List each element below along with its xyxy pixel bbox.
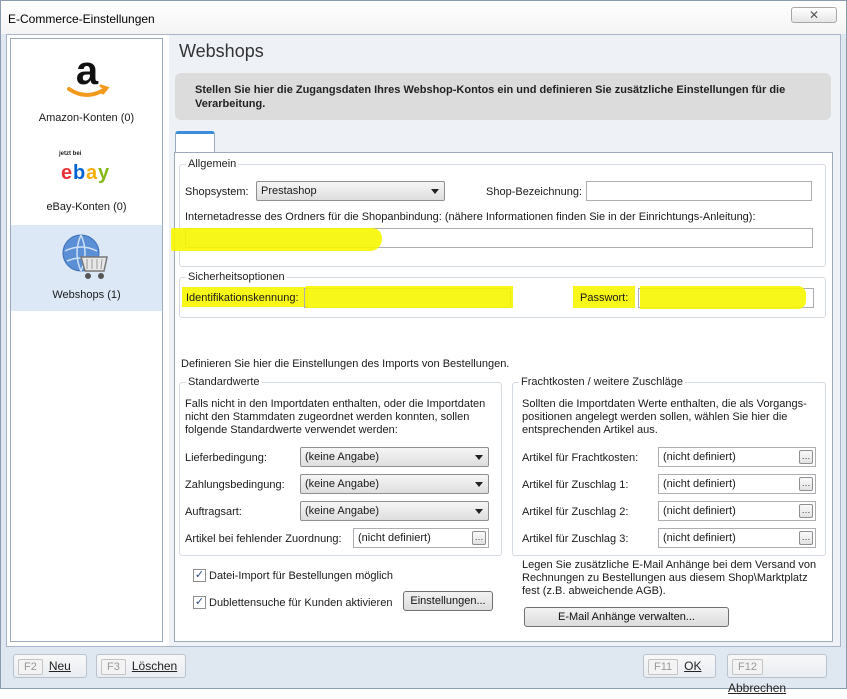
sidebar-item-label: eBay-Konten (0) (46, 201, 127, 213)
auftragsart-select[interactable]: (keine Angabe) (300, 501, 489, 521)
highlight-mark (171, 228, 382, 251)
chevron-down-icon (431, 189, 439, 194)
passwort-label: Passwort: (580, 292, 629, 304)
group-legend: Allgemein (186, 158, 239, 170)
browse-button[interactable]: … (799, 531, 813, 545)
ecommerce-settings-window: E-Commerce-Einstellungen ✕ a Amazon-Kont… (0, 0, 847, 695)
group-frachtkosten: Frachtkosten / weitere Zuschläge Sollten… (512, 376, 826, 556)
fracht-row-value: (nicht definiert) (663, 505, 736, 517)
auftragsart-value: (keine Angabe) (305, 505, 379, 517)
group-standardwerte: Standardwerte Falls nicht in den Importd… (179, 376, 502, 556)
svg-text:a: a (76, 51, 99, 93)
browse-button[interactable]: … (799, 477, 813, 491)
sidebar: a Amazon-Konten (0) jetzt bei e b a y eB… (10, 38, 163, 642)
svg-text:y: y (98, 162, 110, 184)
lieferbedingung-value: (keine Angabe) (305, 451, 379, 463)
dubletten-label: Dublettensuche für Kunden aktivieren (209, 597, 393, 609)
window-title: E-Commerce-Einstellungen (8, 12, 155, 26)
cancel-button-label: Abbrechen (728, 681, 787, 695)
frachtkosten-input[interactable]: (nicht definiert) … (658, 447, 816, 467)
dubletten-checkbox[interactable]: ✓ (193, 596, 206, 609)
tab-webshop-account[interactable] (175, 131, 215, 153)
close-button[interactable]: ✕ (791, 7, 837, 23)
svg-text:b: b (73, 162, 85, 184)
zahlungsbedingung-value: (keine Angabe) (305, 478, 379, 490)
artikel-fehlend-value: (nicht definiert) (358, 532, 431, 544)
content-area: a Amazon-Konten (0) jetzt bei e b a y eB… (6, 34, 841, 647)
chevron-down-icon (475, 455, 483, 460)
browse-button[interactable]: … (472, 531, 486, 545)
highlight-mark (640, 286, 806, 309)
fracht-row-label: Artikel für Frachtkosten: (522, 452, 639, 464)
title-bar: E-Commerce-Einstellungen ✕ (1, 1, 846, 34)
zahlungsbedingung-label: Zahlungsbedingung: (185, 479, 285, 491)
group-allgemein: Allgemein Shopsystem: Prestashop Shop-Be… (171, 158, 826, 267)
fracht-row-value: (nicht definiert) (663, 532, 736, 544)
email-anhaenge-button[interactable]: E-Mail Anhänge verwalten... (524, 607, 729, 627)
fracht-row-label: Artikel für Zuschlag 2: (522, 506, 629, 518)
group-legend: Sicherheitsoptionen (186, 271, 287, 283)
shop-bezeichnung-label: Shop-Bezeichnung: (486, 186, 583, 198)
svg-text:a: a (86, 162, 98, 184)
auftragsart-label: Auftragsart: (185, 506, 242, 518)
shopsystem-label: Shopsystem: (185, 186, 249, 198)
einstellungen-button[interactable]: Einstellungen... (403, 591, 493, 611)
frachtkosten-description: Sollten die Importdaten Werte enthalten,… (522, 398, 807, 436)
zuschlag3-input[interactable]: (nicht definiert) … (658, 528, 816, 548)
chevron-down-icon (475, 482, 483, 487)
group-legend: Frachtkosten / weitere Zuschläge (519, 376, 686, 388)
datei-import-label: Datei-Import für Bestellungen möglich (209, 570, 394, 582)
zahlungsbedingung-select[interactable]: (keine Angabe) (300, 474, 489, 494)
group-legend: Standardwerte (186, 376, 262, 388)
shopsystem-value: Prestashop (261, 185, 317, 197)
ebay-logo-icon: jetzt bei e b a y (59, 151, 115, 187)
sidebar-item-label: Webshops (1) (52, 289, 121, 301)
sidebar-item-label: Amazon-Konten (0) (38, 112, 135, 124)
page-title: Webshops (179, 41, 264, 61)
f3-key-hint: F3 (101, 659, 126, 675)
datei-import-checkbox[interactable]: ✓ (193, 569, 206, 582)
settings-panel: Allgemein Shopsystem: Prestashop Shop-Be… (171, 152, 833, 642)
lieferbedingung-select[interactable]: (keine Angabe) (300, 447, 489, 467)
delete-button[interactable]: F3 Löschen (96, 654, 186, 678)
standardwerte-description: Falls nicht in den Importdaten enthalten… (185, 398, 486, 436)
delete-button-label: Löschen (131, 659, 178, 673)
fracht-row-label: Artikel für Zuschlag 3: (522, 533, 629, 545)
f12-key-hint: F12 (732, 659, 763, 675)
artikel-fehlend-label: Artikel bei fehlender Zuordnung: (185, 533, 342, 545)
import-intro-text: Definieren Sie hier die Einstellungen de… (181, 358, 510, 370)
main-pane: Webshops Stellen Sie hier die Zugangsdat… (169, 35, 840, 646)
fracht-row-label: Artikel für Zuschlag 1: (522, 479, 629, 491)
webshop-globe-cart-icon (59, 231, 113, 283)
f2-key-hint: F2 (18, 659, 43, 675)
fracht-row-value: (nicht definiert) (663, 478, 736, 490)
f11-key-hint: F11 (648, 659, 679, 675)
shop-bezeichnung-input[interactable] (586, 181, 812, 201)
shopsystem-select[interactable]: Prestashop (256, 181, 445, 201)
browse-button[interactable]: … (799, 504, 813, 518)
url-label: Internetadresse des Ordners für die Shop… (185, 211, 756, 223)
email-description: Legen Sie zusätzliche E-Mail Anhänge bei… (522, 559, 817, 597)
cancel-button[interactable]: F12 Abbrechen (727, 654, 827, 695)
sidebar-item-ebay[interactable]: jetzt bei e b a y eBay-Konten (0) (11, 139, 162, 224)
artikel-fehlend-input[interactable]: (nicht definiert) … (353, 528, 489, 548)
new-button[interactable]: F2 Neu (13, 654, 87, 678)
ok-button-label: OK (684, 659, 702, 673)
zuschlag1-input[interactable]: (nicht definiert) … (658, 474, 816, 494)
fracht-row-value: (nicht definiert) (663, 451, 736, 463)
browse-button[interactable]: … (799, 450, 813, 464)
sidebar-item-amazon[interactable]: a Amazon-Konten (0) (11, 39, 162, 134)
amazon-logo-icon: a (61, 49, 113, 103)
new-button-label: Neu (48, 659, 71, 673)
zuschlag2-input[interactable]: (nicht definiert) … (658, 501, 816, 521)
highlight-mark (306, 286, 513, 308)
ident-label: Identifikationskennung: (186, 292, 299, 304)
sidebar-item-webshops[interactable]: Webshops (1) (11, 225, 162, 311)
ok-button[interactable]: F11 OK (643, 654, 716, 678)
info-banner: Stellen Sie hier die Zugangsdaten Ihres … (175, 73, 831, 120)
lieferbedingung-label: Lieferbedingung: (185, 452, 267, 464)
svg-text:e: e (61, 162, 72, 184)
group-sicherheitsoptionen: Sicherheitsoptionen Identifikationskennu… (179, 271, 826, 318)
chevron-down-icon (475, 509, 483, 514)
